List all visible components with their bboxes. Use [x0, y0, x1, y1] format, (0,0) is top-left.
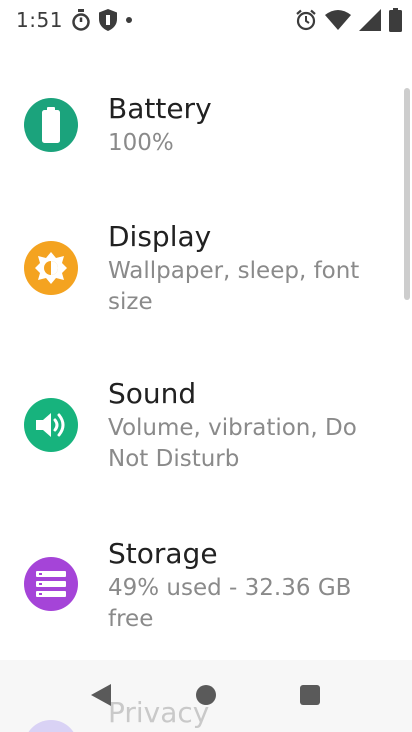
settings-screen: Battery 100% Display Wallpaper, sleep, f…: [0, 0, 412, 732]
settings-item-battery[interactable]: Battery 100%: [0, 88, 412, 188]
status-time: 1:51: [16, 8, 63, 32]
notification-dot-icon: [125, 16, 133, 24]
navigation-buttons: [0, 660, 412, 732]
wifi-icon: [325, 10, 351, 30]
display-title: Display: [108, 220, 212, 253]
home-button[interactable]: [188, 678, 224, 714]
storage-title: Storage: [108, 537, 218, 570]
battery-status-icon: [389, 8, 402, 32]
recents-button[interactable]: [292, 678, 328, 714]
alarm-icon: [295, 9, 317, 31]
storage-subtitle: 49% used - 32.36 GB free: [108, 575, 352, 632]
shield-icon: [98, 9, 117, 31]
recents-icon: [299, 684, 321, 709]
settings-item-storage[interactable]: Storage 49% used - 32.36 GB free: [0, 535, 412, 655]
back-button[interactable]: [84, 678, 120, 714]
sound-subtitle: Volume, vibration, Do Not Disturb: [108, 415, 357, 472]
battery-icon: [24, 98, 78, 152]
settings-item-sound[interactable]: Sound Volume, vibration, Do Not Disturb: [0, 375, 412, 505]
stopwatch-icon: [71, 9, 91, 31]
home-icon: [194, 683, 218, 710]
settings-item-display[interactable]: Display Wallpaper, sleep, font size: [0, 218, 412, 348]
cellular-signal-icon: [359, 9, 381, 31]
back-icon: [89, 682, 115, 711]
scrollbar-thumb[interactable]: [404, 88, 410, 300]
volume-icon: [24, 398, 78, 452]
battery-subtitle: 100%: [108, 130, 174, 156]
battery-title: Battery: [108, 92, 212, 125]
display-subtitle: Wallpaper, sleep, font size: [108, 258, 360, 315]
sound-title: Sound: [108, 377, 197, 410]
brightness-icon: [24, 241, 78, 295]
settings-list[interactable]: Battery 100% Display Wallpaper, sleep, f…: [0, 0, 412, 660]
storage-icon: [24, 557, 78, 611]
status-bar: 1:51: [0, 0, 412, 40]
